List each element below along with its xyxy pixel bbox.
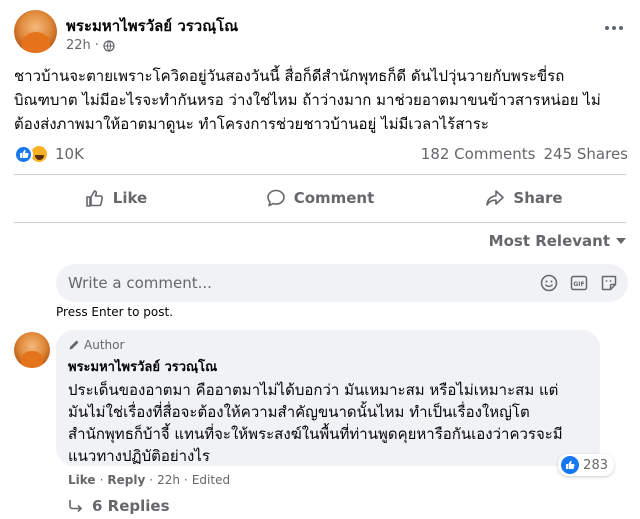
post-meta: 22h ·	[66, 38, 115, 53]
share-label: Share	[513, 189, 563, 207]
pencil-icon	[69, 340, 79, 350]
author-badge: Author	[68, 338, 588, 352]
comment-input-tools: GIF	[540, 274, 618, 292]
shares-count[interactable]: 245 Shares	[544, 145, 629, 163]
comment-text: ประเด็นของอาตมา คืออาตมาไม่ได้บอกว่า มัน…	[68, 381, 563, 465]
comment-bubble: Author พระมหาไพรวัลย์ วรวณฺโณ ประเด็นของ…	[56, 330, 614, 476]
comment-like-link[interactable]: Like	[68, 473, 96, 487]
reaction-icons[interactable]	[14, 144, 49, 164]
comment-sort-dropdown[interactable]: Most Relevant	[489, 232, 626, 250]
comment-input[interactable]: Write a comment... GIF	[56, 264, 628, 302]
emoji-icon[interactable]	[540, 274, 558, 292]
comments-count[interactable]: 182 Comments	[421, 145, 536, 163]
like-reaction-icon	[561, 456, 580, 474]
author-badge-label: Author	[84, 338, 125, 352]
post-action-bar: Like Comment Share	[14, 178, 626, 218]
share-arrow-icon	[486, 190, 505, 206]
comment-label: Comment	[293, 189, 375, 207]
sort-label: Most Relevant	[488, 232, 610, 250]
reply-arrow-icon	[69, 500, 83, 513]
separator: ·	[184, 473, 188, 487]
press-enter-hint: Press Enter to post.	[56, 305, 174, 319]
comment-button[interactable]: Comment	[218, 178, 422, 218]
post-time[interactable]: 22h	[66, 38, 91, 53]
like-label: Like	[112, 189, 148, 207]
sticker-icon[interactable]	[600, 274, 618, 292]
globe-icon	[103, 39, 115, 52]
separator: ·	[99, 473, 104, 487]
comment-time[interactable]: 22h	[157, 473, 180, 487]
comment-author-name[interactable]: พระมหาไพรวัลย์ วรวณฺโณ	[68, 356, 588, 377]
post-header: พระมหาไพรวัลย์ วรวณฺโณ 22h ·	[14, 10, 626, 58]
post-stats: 182 Comments 245 Shares	[421, 145, 628, 163]
divider	[14, 174, 626, 175]
comment-reactions-count: 283	[583, 457, 608, 473]
like-reaction-icon	[14, 144, 33, 164]
commenter-avatar[interactable]	[14, 332, 50, 368]
comment-icon	[266, 189, 285, 207]
comment-input-placeholder: Write a comment...	[68, 274, 212, 292]
thumbs-up-icon	[85, 190, 103, 207]
post-author-name[interactable]: พระมหาไพรวัลย์ วรวณฺโณ	[66, 14, 238, 38]
meta-dot: ·	[94, 38, 99, 53]
comment-edited: Edited	[191, 473, 231, 487]
comment-reply-link[interactable]: Reply	[107, 473, 145, 487]
reactions-row: 10K 182 Comments 245 Shares	[14, 142, 628, 166]
post-text: ชาวบ้านจะตายเพราะโควิดอยู่วันสองวันนี้ ส…	[14, 67, 601, 133]
svg-text:GIF: GIF	[573, 281, 584, 288]
author-avatar[interactable]	[14, 10, 57, 53]
more-options-icon[interactable]	[602, 20, 626, 36]
gif-icon[interactable]: GIF	[570, 274, 588, 292]
like-button[interactable]: Like	[14, 178, 218, 218]
separator: ·	[149, 473, 154, 487]
divider	[14, 222, 626, 223]
replies-label: 6 Replies	[92, 497, 170, 515]
comment-actions: Like · Reply · 22h · Edited	[68, 473, 230, 487]
view-replies-button[interactable]: 6 Replies	[68, 497, 170, 515]
share-button[interactable]: Share	[422, 178, 626, 218]
comment-reactions[interactable]: 283	[558, 454, 614, 476]
reactions-count[interactable]: 10K	[55, 145, 84, 163]
caret-down-icon	[616, 238, 626, 244]
